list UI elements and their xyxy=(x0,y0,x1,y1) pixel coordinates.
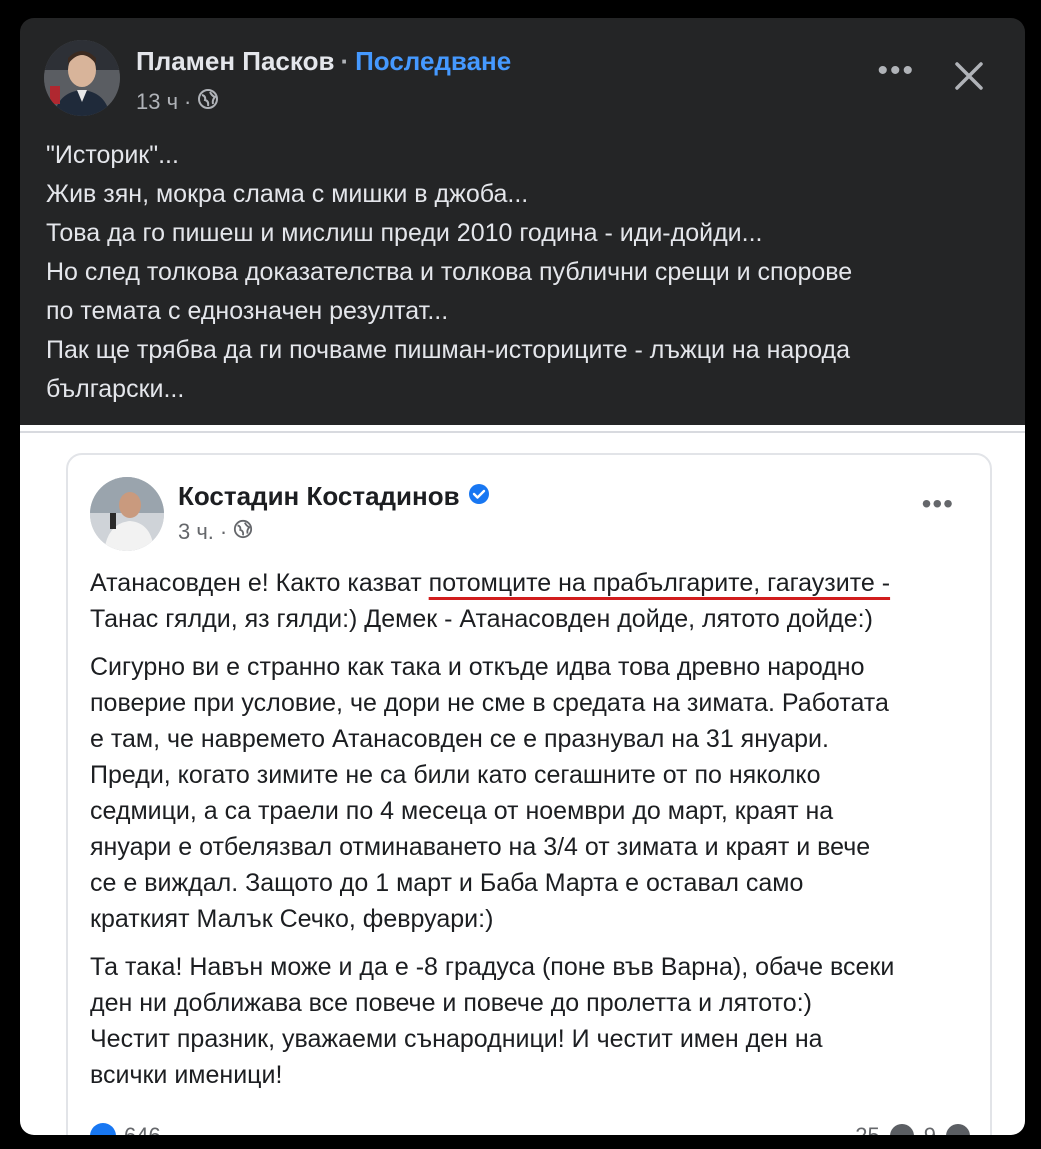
embedded-line: Честит празник, уважаеми сънародници! И … xyxy=(90,1025,823,1053)
post-line: Това да го пишеш и мислиш преди 2010 год… xyxy=(46,219,763,247)
embedded-body: Атанасовден е! Както казват потомците на… xyxy=(90,565,970,1105)
embedded-line: Сигурно ви е странно как така и откъде и… xyxy=(90,653,865,681)
follow-button[interactable]: Последване xyxy=(355,46,511,76)
reactions-summary: 646 xyxy=(90,1123,161,1135)
verified-badge-icon xyxy=(468,481,490,512)
embedded-line: всички именици! xyxy=(90,1061,283,1089)
embedded-line: е там, че навремето Атанасовден се е пра… xyxy=(90,725,829,753)
meta-separator: · xyxy=(184,89,192,114)
post-header: Пламен Пасков · Последване xyxy=(136,46,511,77)
post-card: Пламен Пасков · Последване 13 ч · ••• "Ист… xyxy=(20,18,1025,1135)
close-icon[interactable] xyxy=(951,58,987,94)
post-line: Но след толкова доказателства и толкова … xyxy=(46,258,853,286)
post-line: "Историк"... xyxy=(46,141,179,169)
embedded-post-card: Костадин Костадинов 3 ч. · ••• Атанасовд… xyxy=(66,453,992,1135)
embedded-paragraph-1: Атанасовден е! Както казват потомците на… xyxy=(90,565,970,637)
embedded-author-name: Костадин Костадинов xyxy=(178,481,460,511)
post-meta: 13 ч · xyxy=(136,88,219,116)
embedded-more-icon: ••• xyxy=(921,488,954,519)
comment-icon xyxy=(889,1124,914,1135)
comments-count: 25 xyxy=(855,1123,879,1135)
embedded-reactions-bar: 646 25 9 xyxy=(90,1121,970,1135)
shares-count: 9 xyxy=(924,1123,936,1135)
embedded-line: Преди, когато зимите не са били като сег… xyxy=(90,761,821,789)
more-icon[interactable]: ••• xyxy=(877,56,915,86)
like-icon xyxy=(90,1123,116,1135)
embedded-meta-separator: · xyxy=(219,519,228,544)
underlined-phrase: потомците на прабългарите, гагаузите - xyxy=(428,569,891,597)
post-line: по темата с еднозначен резултат... xyxy=(46,297,449,325)
embedded-line: Атанасовден е! Както казват потомците на… xyxy=(90,565,970,601)
embedded-line: ден ни доближава все повече и повече до … xyxy=(90,989,812,1017)
embedded-line: поверие при условие, че дори не сме в ср… xyxy=(90,689,889,717)
post-line: български... xyxy=(46,375,185,403)
embedded-screenshot[interactable]: Костадин Костадинов 3 ч. · ••• Атанасовд… xyxy=(20,425,1025,1135)
embedded-timestamp: 3 ч. xyxy=(178,519,214,544)
embedded-line: се е виждал. Защото до 1 март и Баба Мар… xyxy=(90,869,804,897)
embedded-author-line: Костадин Костадинов xyxy=(178,481,490,512)
embedded-text: Атанасовден е! Както казват xyxy=(90,569,429,597)
embedded-line: седмици, а са траели по 4 месеца от ноем… xyxy=(90,797,834,825)
post-line: Жив зян, мокра слама с мишки в джоба... xyxy=(46,180,529,208)
post-timestamp[interactable]: 13 ч xyxy=(136,89,178,115)
embedded-paragraph-3: Та така! Навън може и да е -8 градуса (п… xyxy=(90,949,970,1093)
post-body: "Историк"... Жив зян, мокра слама с мишк… xyxy=(46,136,1006,409)
embedded-line: януари е отбелязвал отминаването на 3/4 … xyxy=(90,833,871,861)
embedded-line: Танас гялди, яз гялди:) Демек - Атанасов… xyxy=(90,605,873,633)
embedded-paragraph-2: Сигурно ви е странно как така и откъде и… xyxy=(90,649,970,937)
globe-icon xyxy=(233,519,253,545)
header-separator: · xyxy=(340,46,350,76)
author-name[interactable]: Пламен Пасков xyxy=(136,46,334,76)
embedded-line: краткият Малък Сечко, февруари:) xyxy=(90,905,494,933)
post-line: Пак ще трябва да ги почваме пишман-истор… xyxy=(46,336,851,364)
bottom-edge xyxy=(0,1135,1041,1149)
embedded-meta: 3 ч. · xyxy=(178,519,253,545)
engagement-counts: 25 9 xyxy=(855,1123,970,1135)
embed-top-edge xyxy=(20,425,1025,433)
embedded-line: Та така! Навън може и да е -8 градуса (п… xyxy=(90,953,895,981)
share-icon xyxy=(946,1124,970,1135)
globe-icon xyxy=(197,88,219,116)
embedded-author-avatar xyxy=(90,477,164,551)
reactions-count: 646 xyxy=(124,1123,161,1135)
author-avatar[interactable] xyxy=(44,40,120,116)
